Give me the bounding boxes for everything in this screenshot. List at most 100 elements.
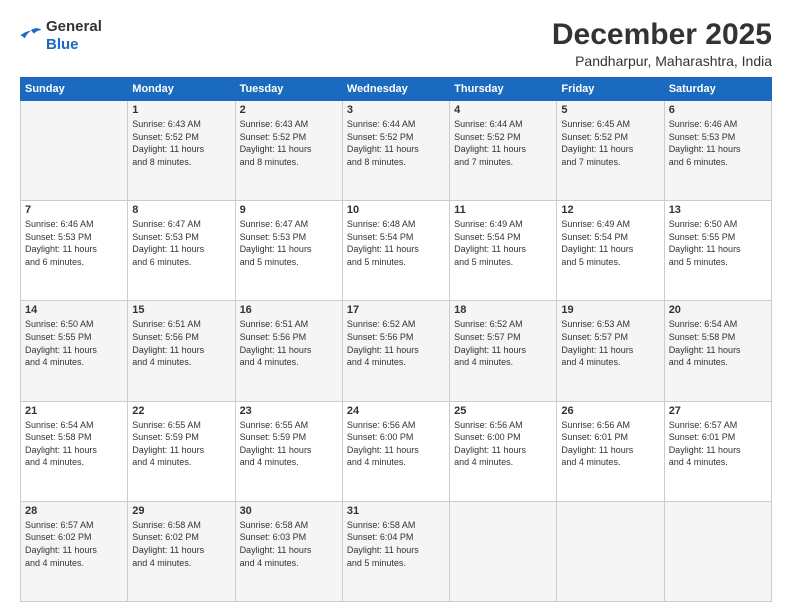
calendar-cell: 6 Sunrise: 6:46 AMSunset: 5:53 PMDaylight… [664,101,771,201]
day-number: 6 [669,104,767,116]
calendar-cell: 31 Sunrise: 6:58 AMSunset: 6:04 PMDayligh… [342,501,449,601]
calendar-cell: 11 Sunrise: 6:49 AMSunset: 5:54 PMDayligh… [450,201,557,301]
day-info: Sunrise: 6:52 AMSunset: 5:56 PMDaylight:… [347,318,445,368]
day-number: 8 [132,204,230,216]
calendar-cell: 2Sunrise: 6:43 AMSunset: 5:52 PMDaylight… [235,101,342,201]
calendar-cell [450,501,557,601]
day-number: 18 [454,304,552,316]
day-info: Sunrise: 6:49 AMSunset: 5:54 PMDaylight:… [561,218,659,268]
day-info: Sunrise: 6:58 AMSunset: 6:03 PMDaylight:… [240,519,338,569]
calendar-cell: 5Sunrise: 6:45 AMSunset: 5:52 PMDaylight… [557,101,664,201]
calendar-cell: 10 Sunrise: 6:48 AMSunset: 5:54 PMDayligh… [342,201,449,301]
calendar-cell: 24 Sunrise: 6:56 AMSunset: 6:00 PMDayligh… [342,401,449,501]
day-info: Sunrise: 6:57 AMSunset: 6:02 PMDaylight:… [25,519,123,569]
weekday-header: Tuesday [235,78,342,101]
day-number: 13 [669,204,767,216]
day-info: Sunrise: 6:45 AMSunset: 5:52 PMDaylight:… [561,118,659,168]
logo: General Blue [20,18,102,54]
day-number: 16 [240,304,338,316]
calendar-cell: 16 Sunrise: 6:51 AMSunset: 5:56 PMDayligh… [235,301,342,401]
calendar-cell: 19 Sunrise: 6:53 AMSunset: 5:57 PMDayligh… [557,301,664,401]
day-number: 27 [669,405,767,417]
calendar-cell: 8 Sunrise: 6:47 AMSunset: 5:53 PMDaylight… [128,201,235,301]
header: General Blue December 2025 Pandharpur, M… [20,18,772,69]
location-title: Pandharpur, Maharashtra, India [552,53,772,69]
day-number: 22 [132,405,230,417]
weekday-header: Wednesday [342,78,449,101]
day-info: Sunrise: 6:55 AMSunset: 5:59 PMDaylight:… [240,419,338,469]
day-info: Sunrise: 6:46 AMSunset: 5:53 PMDaylight:… [669,118,767,168]
logo-icon [20,27,42,45]
day-info: Sunrise: 6:54 AMSunset: 5:58 PMDaylight:… [25,419,123,469]
month-title: December 2025 [552,18,772,51]
day-number: 15 [132,304,230,316]
day-info: Sunrise: 6:53 AMSunset: 5:57 PMDaylight:… [561,318,659,368]
calendar-cell: 9Sunrise: 6:47 AMSunset: 5:53 PMDaylight… [235,201,342,301]
day-number: 11 [454,204,552,216]
calendar-cell: 20 Sunrise: 6:54 AMSunset: 5:58 PMDayligh… [664,301,771,401]
day-info: Sunrise: 6:51 AMSunset: 5:56 PMDaylight:… [240,318,338,368]
calendar: SundayMondayTuesdayWednesdayThursdayFrid… [20,77,772,602]
calendar-cell: 26 Sunrise: 6:56 AMSunset: 6:01 PMDayligh… [557,401,664,501]
calendar-cell: 18 Sunrise: 6:52 AMSunset: 5:57 PMDayligh… [450,301,557,401]
day-info: Sunrise: 6:46 AMSunset: 5:53 PMDaylight:… [25,218,123,268]
calendar-cell: 30 Sunrise: 6:58 AMSunset: 6:03 PMDayligh… [235,501,342,601]
day-number: 30 [240,505,338,517]
calendar-cell: 4 Sunrise: 6:44 AMSunset: 5:52 PMDaylight… [450,101,557,201]
calendar-cell: 21 Sunrise: 6:54 AMSunset: 5:58 PMDayligh… [21,401,128,501]
day-info: Sunrise: 6:47 AMSunset: 5:53 PMDaylight:… [240,218,338,268]
day-number: 29 [132,505,230,517]
day-info: Sunrise: 6:56 AMSunset: 6:00 PMDaylight:… [454,419,552,469]
calendar-cell: 15 Sunrise: 6:51 AMSunset: 5:56 PMDayligh… [128,301,235,401]
day-info: Sunrise: 6:44 AMSunset: 5:52 PMDaylight:… [454,118,552,168]
day-number: 10 [347,204,445,216]
logo-general: General [46,18,102,36]
day-info: Sunrise: 6:48 AMSunset: 5:54 PMDaylight:… [347,218,445,268]
day-number: 26 [561,405,659,417]
day-info: Sunrise: 6:44 AMSunset: 5:52 PMDaylight:… [347,118,445,168]
calendar-cell: 17Sunrise: 6:52 AMSunset: 5:56 PMDayligh… [342,301,449,401]
day-number: 23 [240,405,338,417]
title-block: December 2025 Pandharpur, Maharashtra, I… [552,18,772,69]
day-info: Sunrise: 6:47 AMSunset: 5:53 PMDaylight:… [132,218,230,268]
day-number: 4 [454,104,552,116]
day-number: 1 [132,104,230,116]
day-info: Sunrise: 6:49 AMSunset: 5:54 PMDaylight:… [454,218,552,268]
day-info: Sunrise: 6:52 AMSunset: 5:57 PMDaylight:… [454,318,552,368]
day-info: Sunrise: 6:55 AMSunset: 5:59 PMDaylight:… [132,419,230,469]
day-info: Sunrise: 6:58 AMSunset: 6:04 PMDaylight:… [347,519,445,569]
day-number: 24 [347,405,445,417]
calendar-cell [664,501,771,601]
calendar-cell: 7 Sunrise: 6:46 AMSunset: 5:53 PMDaylight… [21,201,128,301]
calendar-week-row: 28 Sunrise: 6:57 AMSunset: 6:02 PMDayligh… [21,501,772,601]
day-info: Sunrise: 6:56 AMSunset: 6:00 PMDaylight:… [347,419,445,469]
day-number: 2 [240,104,338,116]
day-number: 20 [669,304,767,316]
calendar-cell: 27 Sunrise: 6:57 AMSunset: 6:01 PMDayligh… [664,401,771,501]
day-info: Sunrise: 6:51 AMSunset: 5:56 PMDaylight:… [132,318,230,368]
day-number: 7 [25,204,123,216]
page: General Blue December 2025 Pandharpur, M… [0,0,792,612]
day-number: 19 [561,304,659,316]
calendar-cell: 1 Sunrise: 6:43 AMSunset: 5:52 PMDaylight… [128,101,235,201]
logo-blue: Blue [46,36,102,54]
day-info: Sunrise: 6:50 AMSunset: 5:55 PMDaylight:… [669,218,767,268]
day-number: 28 [25,505,123,517]
calendar-cell: 3 Sunrise: 6:44 AMSunset: 5:52 PMDaylight… [342,101,449,201]
day-info: Sunrise: 6:57 AMSunset: 6:01 PMDaylight:… [669,419,767,469]
calendar-header-row: SundayMondayTuesdayWednesdayThursdayFrid… [21,78,772,101]
day-info: Sunrise: 6:56 AMSunset: 6:01 PMDaylight:… [561,419,659,469]
day-info: Sunrise: 6:58 AMSunset: 6:02 PMDaylight:… [132,519,230,569]
calendar-cell: 22 Sunrise: 6:55 AMSunset: 5:59 PMDayligh… [128,401,235,501]
weekday-header: Sunday [21,78,128,101]
weekday-header: Thursday [450,78,557,101]
day-number: 31 [347,505,445,517]
calendar-week-row: 1 Sunrise: 6:43 AMSunset: 5:52 PMDaylight… [21,101,772,201]
day-number: 21 [25,405,123,417]
weekday-header: Friday [557,78,664,101]
calendar-cell: 23 Sunrise: 6:55 AMSunset: 5:59 PMDayligh… [235,401,342,501]
day-info: Sunrise: 6:43 AMSunset: 5:52 PMDaylight:… [132,118,230,168]
day-info: Sunrise: 6:54 AMSunset: 5:58 PMDaylight:… [669,318,767,368]
weekday-header: Monday [128,78,235,101]
day-number: 3 [347,104,445,116]
